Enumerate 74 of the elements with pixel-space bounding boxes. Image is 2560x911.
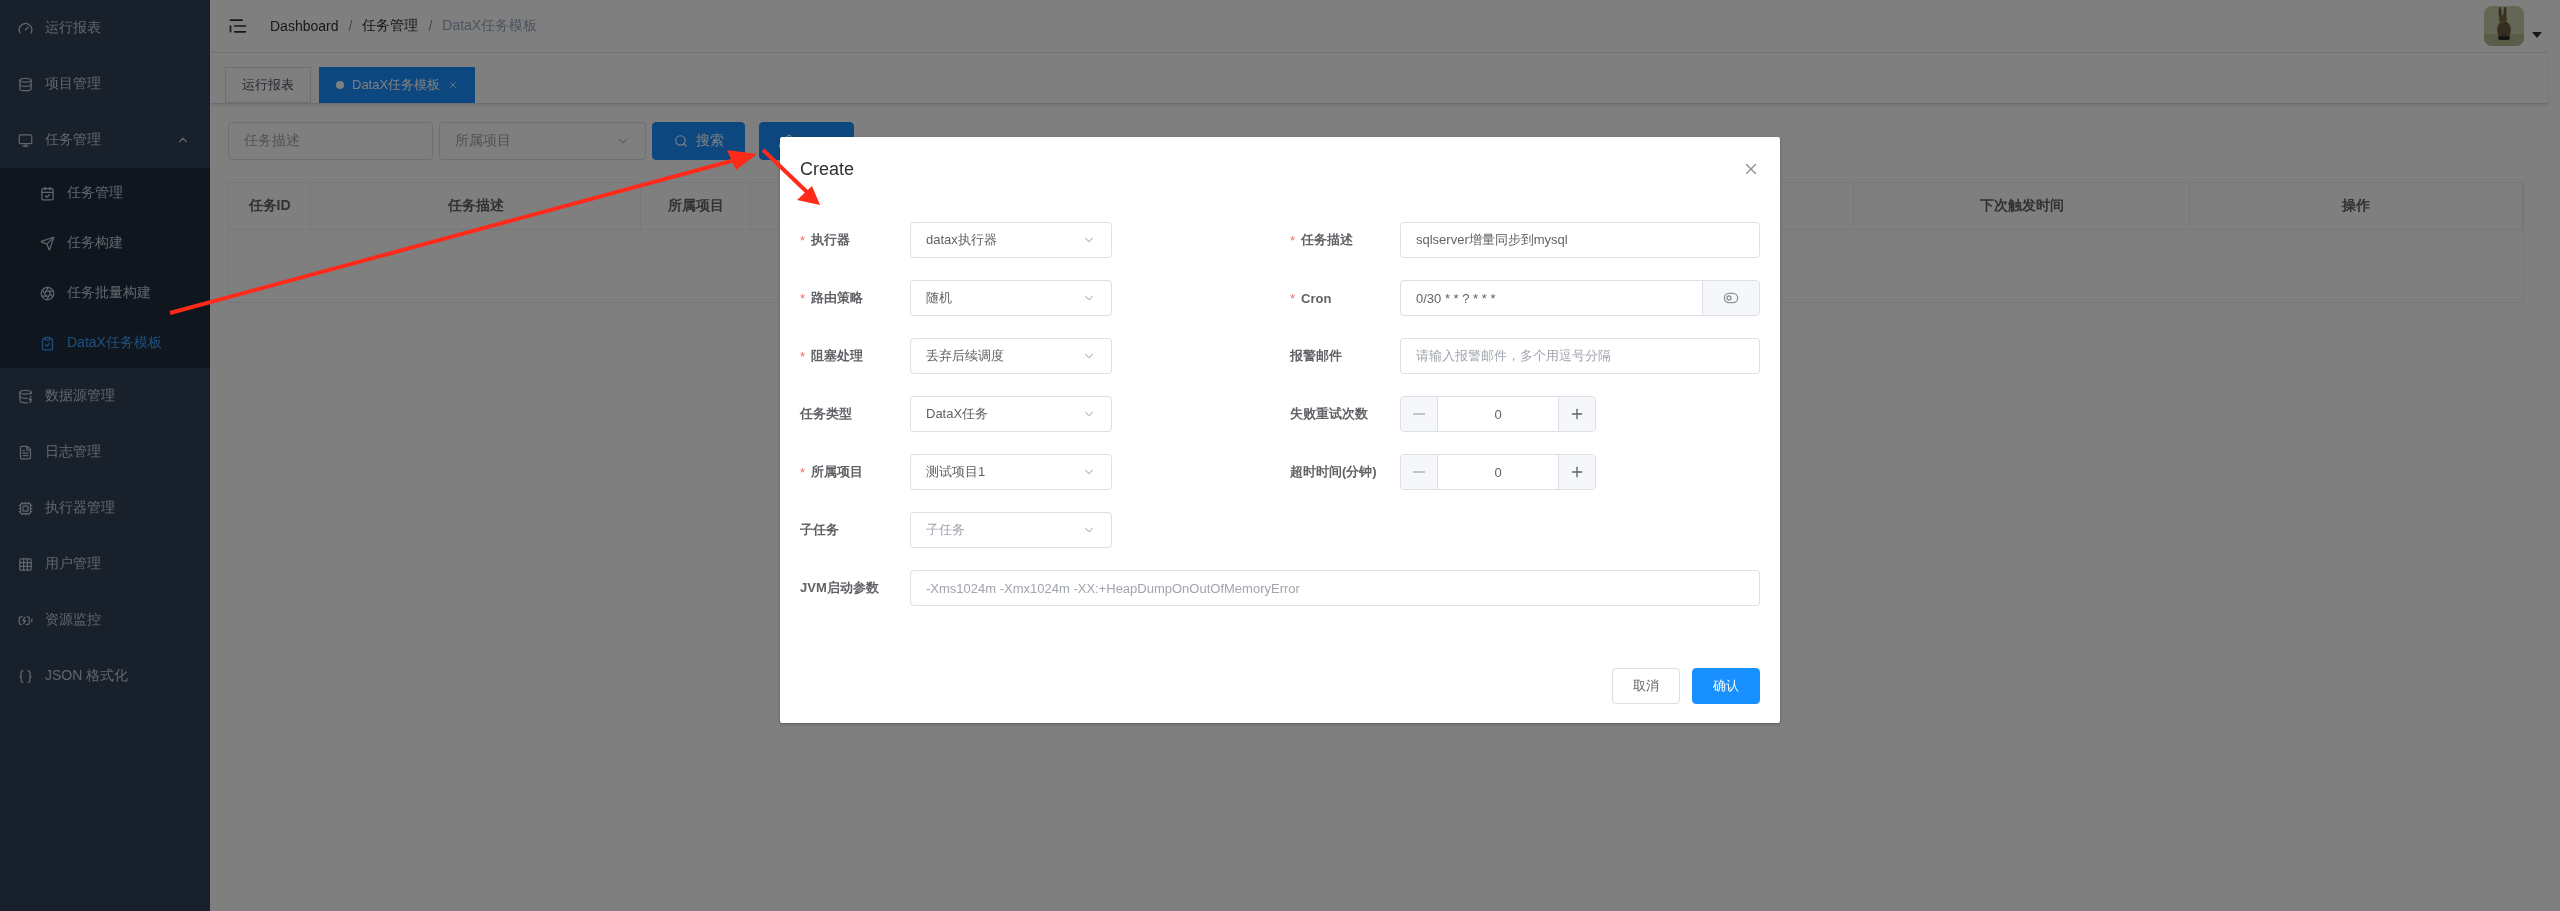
minus-icon: [1413, 413, 1425, 415]
database-icon: [18, 76, 33, 92]
select-field[interactable]: 子任务: [910, 512, 1112, 548]
field-label: 任务类型: [800, 405, 853, 423]
select-field[interactable]: DataX任务: [910, 396, 1112, 432]
field-label: 任务描述: [1301, 231, 1354, 249]
select-field[interactable]: 测试项目1: [910, 454, 1112, 490]
column-header: 操作: [2190, 183, 2523, 229]
column-header: 下次触发时间: [1854, 183, 2190, 229]
braces-icon: [18, 668, 33, 684]
field-label: 执行器: [811, 231, 851, 249]
field-label: Cron: [1301, 290, 1333, 306]
input-field[interactable]: sqlserver增量同步到mysql: [1400, 222, 1760, 258]
cron-field[interactable]: 0/30 * * ? * * *: [1400, 280, 1760, 316]
breadcrumb-link[interactable]: Dashboard: [270, 18, 339, 34]
clipboard-icon: [40, 335, 55, 351]
paper-plane-icon: [40, 235, 55, 251]
caret-down-icon[interactable]: [2532, 32, 2542, 38]
close-icon[interactable]: [448, 80, 459, 90]
column-header: 所属项目: [641, 183, 751, 229]
field-label: 所属项目: [811, 463, 864, 481]
dialog-title: Create: [800, 158, 855, 181]
required-mark: *: [800, 232, 807, 248]
sidebar-subitem[interactable]: 任务管理: [0, 168, 210, 218]
chip-icon: [18, 500, 33, 516]
required-mark: *: [800, 348, 807, 364]
required-mark: *: [800, 464, 807, 480]
field-label: JVM启动参数: [800, 579, 880, 597]
breadcrumb-separator: /: [348, 18, 353, 34]
calendar-icon: [40, 185, 55, 201]
select-field[interactable]: 随机: [910, 280, 1112, 316]
monitor-icon: [18, 132, 33, 148]
required-mark: *: [1290, 290, 1297, 306]
cancel-button[interactable]: 取消: [1612, 668, 1680, 704]
increase-button[interactable]: [1559, 455, 1595, 489]
toggle-icon: [1723, 290, 1739, 306]
breadcrumb-link[interactable]: 任务管理: [362, 17, 419, 35]
sidebar-subitem[interactable]: DataX任务模板: [0, 318, 210, 368]
minus-icon: [1413, 471, 1425, 473]
aperture-icon: [40, 285, 55, 301]
gauge-icon: [18, 20, 33, 36]
number-field[interactable]: 0: [1400, 454, 1596, 490]
field-label: 报警邮件: [1290, 347, 1343, 365]
sidebar-subitem[interactable]: 任务构建: [0, 218, 210, 268]
column-header: 任务ID: [229, 183, 311, 229]
select-field[interactable]: 丢弃后续调度: [910, 338, 1112, 374]
input-field[interactable]: 请输入报警邮件，多个用逗号分隔: [1400, 338, 1760, 374]
increase-button[interactable]: [1559, 397, 1595, 431]
input-field[interactable]: -Xms1024m -Xmx1024m -XX:+HeapDumpOnOutOfMemoryError: [910, 570, 1760, 606]
field-label: 失败重试次数: [1290, 405, 1369, 423]
grid-icon: [18, 556, 33, 572]
field-label: 阻塞处理: [811, 347, 864, 365]
search-icon: [673, 134, 688, 148]
dot-icon: [336, 81, 344, 89]
breadcrumb-separator: /: [428, 18, 433, 34]
sidebar-subitem[interactable]: 任务批量构建: [0, 268, 210, 318]
search-button[interactable]: 搜索: [652, 122, 745, 160]
tab[interactable]: DataX任务模板: [319, 67, 476, 103]
menu-icon[interactable]: [228, 16, 248, 36]
plus-icon: [1569, 464, 1585, 480]
toggle-button[interactable]: [1702, 281, 1759, 315]
plus-icon: [1569, 406, 1585, 422]
number-field[interactable]: 0: [1400, 396, 1596, 432]
select-field[interactable]: datax执行器: [910, 222, 1112, 258]
tab[interactable]: 运行报表: [225, 67, 311, 103]
column-header: 任务描述: [311, 183, 641, 229]
field-label: 路由策略: [811, 289, 864, 307]
required-mark: *: [1290, 232, 1297, 248]
confirm-button[interactable]: 确认: [1692, 668, 1760, 704]
required-mark: *: [800, 290, 807, 306]
document-icon: [18, 444, 33, 460]
field-label: 超时时间(分钟): [1290, 463, 1378, 481]
database-icon: [18, 388, 33, 404]
field-label: 子任务: [800, 521, 840, 539]
